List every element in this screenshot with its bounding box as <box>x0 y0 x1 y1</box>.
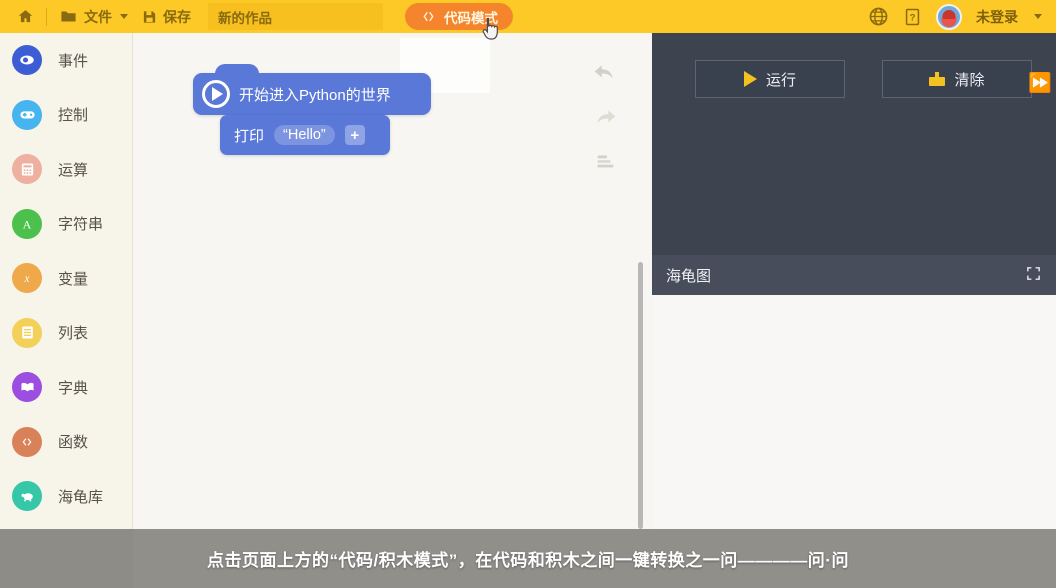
dictionary-icon <box>12 372 42 403</box>
top-toolbar: 文件 保存 代码模式 ? 未登录 <box>0 0 1056 33</box>
sidebar-label-string: 字符串 <box>58 216 104 234</box>
sidebar-label-variable: 变量 <box>58 270 89 288</box>
run-button[interactable]: 运行 <box>695 60 845 98</box>
code-mode-toggle-button[interactable]: 代码模式 <box>405 3 513 30</box>
sidebar-label-turtle-library: 海龟库 <box>58 488 104 506</box>
sidebar-item-list[interactable]: 列表 <box>0 306 132 361</box>
sidebar-label-events: 事件 <box>58 52 89 70</box>
sidebar-item-turtle-library[interactable]: 海龟库 <box>0 469 132 524</box>
block-print[interactable]: 打印 “Hello” + <box>220 115 390 155</box>
sidebar-label-control: 控制 <box>58 107 89 125</box>
block-canvas[interactable]: 开始进入Python的世界 打印 “Hello” + <box>133 33 651 529</box>
code-brackets-icon <box>420 9 437 24</box>
undo-icon[interactable] <box>592 60 618 86</box>
home-icon <box>17 8 34 25</box>
turtle-canvas-stage[interactable] <box>652 295 1056 529</box>
save-button[interactable]: 保存 <box>135 4 198 30</box>
toolbar-right-group: ? 未登录 <box>868 3 1046 30</box>
account-chevron-down-icon[interactable] <box>1034 14 1042 19</box>
fullscreen-expand-icon[interactable] <box>1025 265 1042 286</box>
home-button[interactable] <box>10 4 41 30</box>
subtitle-text-container: 点击页面上方的“代码/积木模式”，在代码和积木之间一键转换 之一问————问·问 <box>0 529 1056 588</box>
category-sidebar: 事件 控制 运算 A 字符串 x 变量 列表 字典 函数 海龟库 <box>0 33 133 529</box>
variable-x-icon: x <box>12 263 42 294</box>
broom-icon <box>929 72 946 86</box>
floppy-disk-icon <box>142 9 157 25</box>
canvas-tool-group <box>592 60 618 176</box>
block-start-label: 开始进入Python的世界 <box>239 86 391 104</box>
gamepad-icon <box>12 99 42 130</box>
sidebar-item-variable[interactable]: x 变量 <box>0 251 132 306</box>
folder-icon <box>59 8 78 25</box>
sidebar-item-dictionary[interactable]: 字典 <box>0 360 132 415</box>
event-icon <box>12 45 42 76</box>
play-circle-icon <box>202 80 230 108</box>
clear-button[interactable]: 清除 <box>882 60 1032 98</box>
app-root: 文件 保存 代码模式 ? 未登录 <box>0 0 1056 588</box>
save-label: 保存 <box>163 8 191 25</box>
subtitle-trailing-artifact: 之一问————问·问 <box>685 551 849 570</box>
file-menu-button[interactable]: 文件 <box>52 4 135 30</box>
string-icon: A <box>12 208 42 239</box>
sidebar-item-events[interactable]: 事件 <box>0 33 132 88</box>
function-icon <box>12 426 42 457</box>
globe-icon[interactable] <box>868 6 889 27</box>
project-name-input[interactable] <box>208 3 383 30</box>
run-label: 运行 <box>765 71 796 89</box>
turtle-panel-header: 海龟图 <box>652 255 1056 295</box>
clear-label: 清除 <box>954 71 985 89</box>
run-button-row: 运行 清除 <box>695 60 1032 98</box>
chevron-down-icon <box>120 14 128 19</box>
sidebar-label-dictionary: 字典 <box>58 379 89 397</box>
svg-text:A: A <box>23 217 32 231</box>
turtle-panel-title: 海龟图 <box>666 267 712 285</box>
redo-icon[interactable] <box>592 105 618 131</box>
login-status-label[interactable]: 未登录 <box>976 7 1018 27</box>
sidebar-item-function[interactable]: 函数 <box>0 415 132 470</box>
run-output-panel: 运行 清除 ⏩ <box>652 33 1056 288</box>
svg-text:x: x <box>24 273 30 285</box>
avatar[interactable] <box>936 3 962 30</box>
sidebar-label-list: 列表 <box>58 325 89 343</box>
panel-resize-divider[interactable] <box>638 262 643 529</box>
calculator-icon <box>12 154 42 185</box>
block-print-label: 打印 <box>234 127 265 145</box>
code-mode-label: 代码模式 <box>444 10 498 26</box>
sidebar-item-string[interactable]: A 字符串 <box>0 197 132 252</box>
subtitle-bar: 点击页面上方的“代码/积木模式”，在代码和积木之间一键转换 之一问————问·问 <box>0 529 1056 588</box>
sidebar-item-operators[interactable]: 运算 <box>0 142 132 197</box>
subtitle-text: 点击页面上方的“代码/积木模式”，在代码和积木之间一键转换 <box>207 551 686 570</box>
block-print-value[interactable]: “Hello” <box>274 125 335 145</box>
play-triangle-icon <box>743 71 757 87</box>
list-icon <box>12 317 42 348</box>
block-add-input-button[interactable]: + <box>344 125 365 145</box>
block-start-hat[interactable]: 开始进入Python的世界 <box>193 64 431 115</box>
align-blocks-icon[interactable] <box>592 150 618 176</box>
question-mark-icon[interactable]: ? <box>903 7 922 27</box>
file-menu-label: 文件 <box>84 8 112 25</box>
fast-forward-icon[interactable]: ⏩ <box>1028 71 1052 95</box>
sidebar-item-control[interactable]: 控制 <box>0 88 132 143</box>
sidebar-label-function: 函数 <box>58 434 89 452</box>
svg-text:?: ? <box>910 12 916 23</box>
sidebar-label-operators: 运算 <box>58 161 89 179</box>
turtle-icon <box>12 481 42 512</box>
toolbar-divider-1 <box>46 7 47 26</box>
